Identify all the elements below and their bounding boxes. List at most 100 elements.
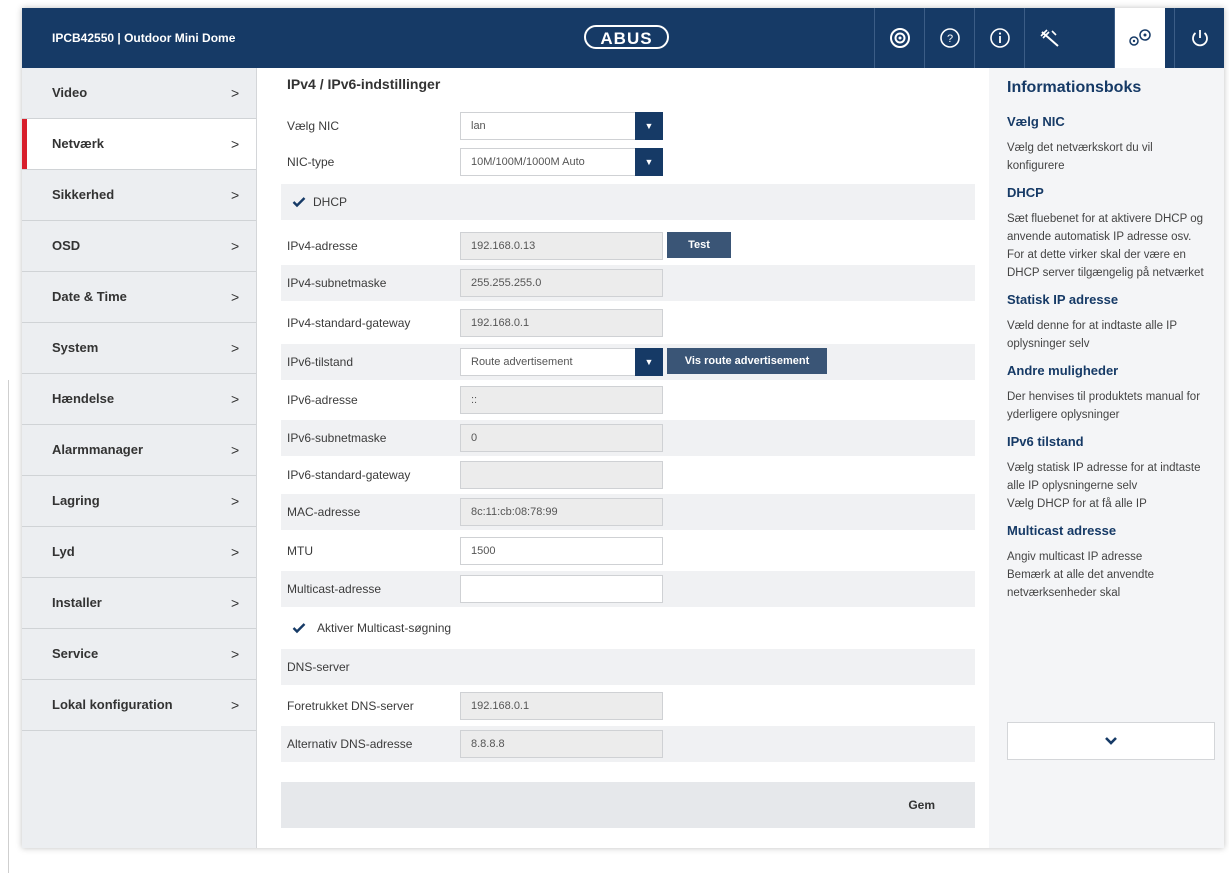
ipv6-subnet-field[interactable]: 0 xyxy=(460,424,663,452)
info-heading: DHCP xyxy=(1007,185,1044,200)
ipv6-mode-label: IPv6-tilstand xyxy=(287,355,354,369)
dns-section-label: DNS-server xyxy=(287,660,350,674)
sidebar-item-label: Installer xyxy=(52,595,102,610)
sidebar-item-label: Lyd xyxy=(52,544,75,559)
chevron-right-icon: > xyxy=(231,697,240,713)
chevron-right-icon: > xyxy=(231,136,240,152)
dns-preferred-field[interactable]: 192.168.0.1 xyxy=(460,692,663,720)
live-view-button[interactable] xyxy=(874,8,925,68)
chevron-right-icon: > xyxy=(231,544,240,560)
sidebar-item-lagring[interactable]: Lagring > xyxy=(22,476,256,527)
ipv6-gateway-row: IPv6-standard-gateway xyxy=(281,457,975,493)
sidebar-item-label: Netværk xyxy=(52,136,105,151)
mac-field[interactable]: 8c:11:cb:08:78:99 xyxy=(460,498,663,526)
dns-alternative-field[interactable]: 8.8.8.8 xyxy=(460,730,663,758)
sidebar-item-lyd[interactable]: Lyd > xyxy=(22,527,256,578)
ipv6-mode-select[interactable]: Route advertisement ▼ xyxy=(460,348,663,376)
sidebar-item-installer[interactable]: Installer > xyxy=(22,578,256,629)
dhcp-checkbox[interactable] xyxy=(291,194,307,210)
ipv4-address-row: IPv4-adresse 192.168.0.13 Test xyxy=(281,228,975,264)
tools-button[interactable] xyxy=(1024,8,1075,68)
nic-type-value: 10M/100M/1000M Auto xyxy=(471,156,585,168)
multicast-input[interactable] xyxy=(460,575,663,603)
info-scroll-area[interactable]: Vælg NIC Vælg det netværkskort du vil ko… xyxy=(1007,114,1211,720)
save-button[interactable]: Gem xyxy=(908,782,935,828)
show-route-advertisement-button[interactable]: Vis route advertisement xyxy=(667,348,827,374)
info-button[interactable] xyxy=(974,8,1025,68)
window-edge xyxy=(8,380,9,873)
ipv6-gateway-label: IPv6-standard-gateway xyxy=(287,468,411,482)
abus-logo: ABUS xyxy=(584,25,669,49)
sidebar-item-video[interactable]: Video > xyxy=(22,68,256,119)
top-header: IPCB42550 | Outdoor Mini Dome ABUS ? xyxy=(22,8,1224,68)
nic-label: Vælg NIC xyxy=(287,119,340,133)
sidebar-item-haendelse[interactable]: Hændelse > xyxy=(22,374,256,425)
sidebar-item-label: Video xyxy=(52,85,88,100)
info-heading: Statisk IP adresse xyxy=(1007,292,1119,307)
sidebar-item-alarmmanager[interactable]: Alarmmanager > xyxy=(22,425,256,476)
power-button[interactable] xyxy=(1174,8,1225,68)
chevron-right-icon: > xyxy=(231,391,240,407)
power-icon xyxy=(1192,30,1208,47)
sidebar-item-lokal-konfiguration[interactable]: Lokal konfiguration > xyxy=(22,680,256,731)
ipv4-gateway-field[interactable]: 192.168.0.1 xyxy=(460,309,663,337)
sidebar-item-sikkerhed[interactable]: Sikkerhed > xyxy=(22,170,256,221)
sidebar: Video > Netværk > Sikkerhed > OSD > Date & T… xyxy=(22,68,257,848)
mtu-input[interactable]: 1500 xyxy=(460,537,663,565)
sidebar-item-label: Hændelse xyxy=(52,391,115,406)
dns-alternative-row: Alternativ DNS-adresse 8.8.8.8 xyxy=(281,726,975,762)
ipv6-mode-value: Route advertisement xyxy=(471,356,573,368)
help-icon: ? xyxy=(940,28,960,48)
dropdown-arrow-icon: ▼ xyxy=(635,348,663,376)
chevron-right-icon: > xyxy=(231,595,240,611)
nic-select[interactable]: lan ▼ xyxy=(460,112,663,140)
ipv6-gateway-field[interactable] xyxy=(460,461,663,489)
sidebar-item-label: Lokal konfiguration xyxy=(52,697,173,712)
info-text: Angiv multicast IP adresse xyxy=(1007,551,1143,563)
multicast-row: Multicast-adresse xyxy=(281,571,975,607)
sidebar-item-label: Sikkerhed xyxy=(52,187,115,202)
nic-type-select[interactable]: 10M/100M/1000M Auto ▼ xyxy=(460,148,663,176)
ipv6-address-row: IPv6-adresse :: xyxy=(281,382,975,418)
chevron-right-icon: > xyxy=(231,85,240,101)
settings-button[interactable] xyxy=(1114,8,1165,68)
multicast-search-checkbox[interactable] xyxy=(291,620,307,636)
info-text: Vælg det netværkskort du vil konfigurere xyxy=(1007,142,1153,172)
test-button[interactable]: Test xyxy=(667,232,731,258)
sidebar-item-system[interactable]: System > xyxy=(22,323,256,374)
camera-icon xyxy=(890,28,910,48)
info-text: Bemærk at alle det anvendte netværksenhe… xyxy=(1007,569,1155,599)
multicast-label: Multicast-adresse xyxy=(287,582,382,596)
sidebar-item-netvaerk[interactable]: Netværk > xyxy=(22,119,256,170)
info-panel: Informationsboks Vælg NIC Vælg det netvæ… xyxy=(989,68,1224,848)
ipv4-subnet-label: IPv4-subnetmaske xyxy=(287,276,387,290)
mac-label: MAC-adresse xyxy=(287,505,361,519)
multicast-search-label: Aktiver Multicast-søgning xyxy=(317,621,452,635)
ipv6-subnet-row: IPv6-subnetmaske 0 xyxy=(281,420,975,456)
chevron-down-icon xyxy=(1105,737,1117,745)
ipv4-address-field[interactable]: 192.168.0.13 xyxy=(460,232,663,260)
dropdown-arrow-icon: ▼ xyxy=(635,112,663,140)
ipv4-subnet-row: IPv4-subnetmaske 255.255.255.0 xyxy=(281,265,975,301)
help-button[interactable]: ? xyxy=(924,8,975,68)
ipv4-gateway-label: IPv4-standard-gateway xyxy=(287,316,411,330)
ipv4-subnet-field[interactable]: 255.255.255.0 xyxy=(460,269,663,297)
dropdown-arrow-icon: ▼ xyxy=(635,148,663,176)
dns-alternative-label: Alternativ DNS-adresse xyxy=(287,737,413,751)
ipv6-address-label: IPv6-adresse xyxy=(287,393,358,407)
info-heading: Vælg NIC xyxy=(1007,114,1065,129)
sidebar-item-date-time[interactable]: Date & Time > xyxy=(22,272,256,323)
chevron-right-icon: > xyxy=(231,340,240,356)
mac-row: MAC-adresse 8c:11:cb:08:78:99 xyxy=(281,494,975,530)
sidebar-item-service[interactable]: Service > xyxy=(22,629,256,680)
ipv6-address-field[interactable]: :: xyxy=(460,386,663,414)
info-scroll-down-button[interactable] xyxy=(1007,722,1215,760)
save-bar: Gem xyxy=(281,782,975,828)
chevron-right-icon: > xyxy=(231,646,240,662)
sidebar-item-label: Lagring xyxy=(52,493,100,508)
sidebar-item-osd[interactable]: OSD > xyxy=(22,221,256,272)
nic-row: Vælg NIC lan ▼ xyxy=(281,108,975,144)
multicast-search-row: Aktiver Multicast-søgning xyxy=(281,610,975,646)
ipv4-address-label: IPv4-adresse xyxy=(287,239,358,253)
info-text: Væld denne for at indtaste alle IP oplys… xyxy=(1007,320,1177,350)
